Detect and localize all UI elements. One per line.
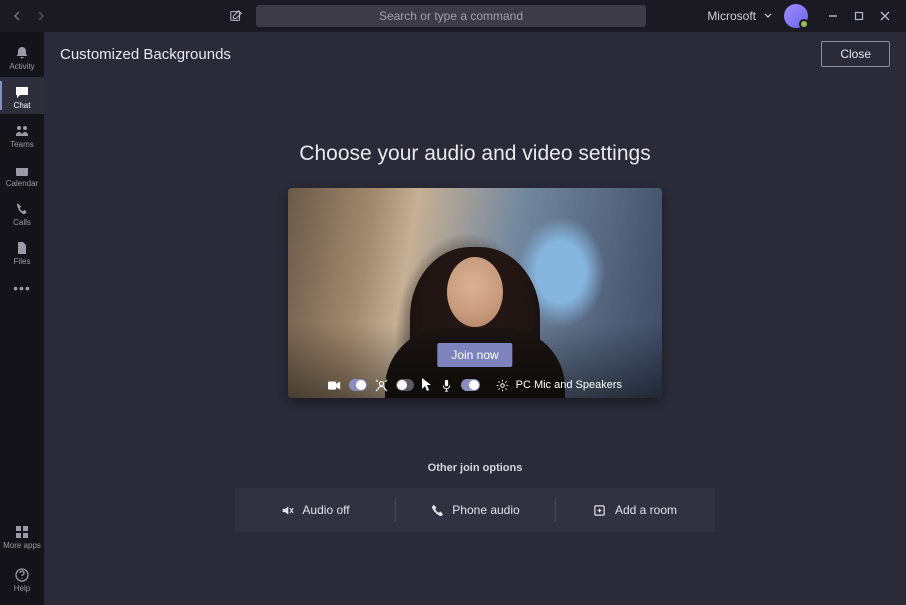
profile-avatar[interactable] <box>784 4 808 28</box>
window-minimize-button[interactable] <box>820 3 846 29</box>
prejoin-heading: Choose your audio and video settings <box>299 142 650 166</box>
camera-icon <box>328 378 341 392</box>
rail-label: Teams <box>10 141 34 149</box>
rail-calendar[interactable]: Calendar <box>0 155 44 192</box>
option-phone-audio[interactable]: Phone audio <box>395 488 555 532</box>
org-label: Microsoft <box>707 9 756 23</box>
rail-files[interactable]: Files <box>0 233 44 270</box>
rail-label: Chat <box>14 102 31 110</box>
other-options-row: Audio off Phone audio Add a room <box>235 488 715 532</box>
phone-icon <box>430 503 444 517</box>
rail-label: Calls <box>13 219 31 227</box>
files-icon <box>13 239 31 257</box>
rail-label: Files <box>14 258 31 266</box>
rail-label: Help <box>14 585 30 593</box>
speaker-off-icon <box>280 503 294 517</box>
microphone-icon <box>440 378 453 392</box>
rail-label: Activity <box>9 63 34 71</box>
rail-label: More apps <box>3 542 41 550</box>
calendar-icon <box>13 161 31 179</box>
device-settings-button[interactable]: PC Mic and Speakers <box>496 378 622 392</box>
background-effects-toggle[interactable] <box>396 379 414 391</box>
option-label: Add a room <box>615 503 677 517</box>
device-label: PC Mic and Speakers <box>516 379 622 391</box>
option-label: Phone audio <box>452 503 519 517</box>
title-bar: Search or type a command Microsoft <box>0 0 906 32</box>
option-audio-off[interactable]: Audio off <box>235 488 395 532</box>
cursor-icon <box>422 378 432 392</box>
phone-icon <box>13 200 31 218</box>
nav-forward-button[interactable] <box>30 6 50 26</box>
rail-teams[interactable]: Teams <box>0 116 44 153</box>
new-message-button[interactable] <box>226 6 246 26</box>
background-effects-icon <box>375 378 388 392</box>
option-add-room[interactable]: Add a room <box>555 488 715 532</box>
window-restore-button[interactable] <box>846 3 872 29</box>
presence-available-icon <box>799 19 809 29</box>
teams-icon <box>13 122 31 140</box>
other-options-heading: Other join options <box>428 462 523 474</box>
apps-icon <box>13 523 31 541</box>
microphone-toggle[interactable] <box>461 379 479 391</box>
chat-icon <box>13 83 31 101</box>
room-icon <box>593 503 607 517</box>
gear-icon <box>496 378 510 392</box>
org-switcher[interactable]: Microsoft <box>707 9 772 23</box>
search-input[interactable]: Search or type a command <box>256 5 646 27</box>
page-title: Customized Backgrounds <box>60 46 231 63</box>
chevron-down-icon <box>764 9 772 23</box>
rail-activity[interactable]: Activity <box>0 38 44 75</box>
rail-help[interactable]: Help <box>0 560 44 597</box>
camera-toggle[interactable] <box>349 379 367 391</box>
video-preview: Join now <box>288 188 662 398</box>
option-label: Audio off <box>302 503 349 517</box>
content-pane: Customized Backgrounds Close Choose your… <box>44 32 906 605</box>
join-now-button[interactable]: Join now <box>437 343 512 367</box>
app-rail: Activity Chat Teams Calendar <box>0 32 44 605</box>
rail-label: Calendar <box>6 180 38 188</box>
rail-chat[interactable]: Chat <box>0 77 44 114</box>
bell-icon <box>13 44 31 62</box>
preview-controls: PC Mic and Speakers <box>288 378 662 392</box>
help-icon <box>13 566 31 584</box>
rail-calls[interactable]: Calls <box>0 194 44 231</box>
close-button[interactable]: Close <box>821 41 890 67</box>
window-close-button[interactable] <box>872 3 898 29</box>
preview-person-silhouette <box>410 247 540 398</box>
nav-back-button[interactable] <box>8 6 28 26</box>
rail-more-apps[interactable]: More apps <box>0 517 44 554</box>
rail-more[interactable]: ••• <box>13 272 31 304</box>
